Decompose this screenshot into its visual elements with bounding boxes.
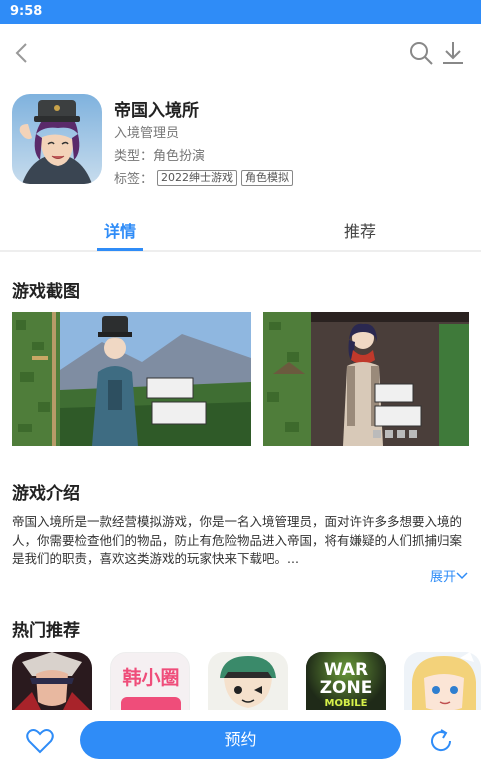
warzone-line1: WAR bbox=[323, 660, 369, 680]
expand-button[interactable]: 展开 bbox=[430, 566, 468, 585]
screenshot-1[interactable] bbox=[12, 312, 251, 446]
hot-title: 热门推荐 bbox=[12, 621, 80, 641]
intro-title: 游戏介绍 bbox=[12, 484, 80, 504]
search-icon[interactable] bbox=[408, 40, 434, 66]
han-xiaoquan-label: 韩小圈 bbox=[122, 667, 180, 689]
chevron-down-icon bbox=[456, 571, 468, 579]
top-nav bbox=[0, 24, 481, 80]
tag-item[interactable]: 2022绅士游戏 bbox=[157, 169, 238, 186]
tab-indicator bbox=[97, 248, 143, 251]
tab-recommend[interactable]: 推荐 bbox=[344, 218, 376, 242]
han-xiaoquan-app-icon[interactable]: 韩小圈 bbox=[110, 652, 190, 712]
warzone-line3: MOBILE bbox=[324, 698, 368, 709]
warzone-line2: ZONE bbox=[319, 678, 373, 698]
anime-warrior-app-icon[interactable] bbox=[12, 652, 92, 712]
tab-detail[interactable]: 详情 bbox=[104, 218, 136, 242]
bottom-bar: 预约 bbox=[0, 710, 481, 769]
type-value: 角色扮演 bbox=[153, 149, 206, 164]
type-label: 类型： bbox=[114, 149, 154, 164]
status-time: 9:58 bbox=[10, 4, 43, 19]
app-icon bbox=[12, 94, 102, 184]
app-tags: 标签： 2022绅士游戏 角色模拟 bbox=[114, 168, 294, 187]
refresh-icon[interactable] bbox=[427, 727, 455, 755]
app-header: 帝国入境所 入境管理员 类型：角色扮演 标签： 2022绅士游戏 角色模拟 bbox=[12, 94, 472, 190]
tag-item[interactable]: 角色模拟 bbox=[241, 169, 294, 186]
app-type: 类型：角色扮演 bbox=[114, 145, 205, 164]
app-subtitle: 入境管理员 bbox=[114, 126, 180, 141]
chevron-left-icon[interactable] bbox=[10, 40, 34, 66]
heart-icon[interactable] bbox=[26, 728, 54, 754]
download-icon[interactable] bbox=[440, 40, 466, 66]
anime-blonde-girl-app-icon[interactable] bbox=[404, 652, 481, 712]
warzone-app-icon[interactable]: WAR ZONE MOBILE bbox=[306, 652, 386, 712]
status-bar: 9:58 bbox=[0, 0, 481, 24]
reserve-button[interactable]: 预约 bbox=[80, 721, 401, 759]
screenshots-title: 游戏截图 bbox=[12, 282, 80, 302]
app-title: 帝国入境所 bbox=[114, 101, 199, 121]
screenshot-2[interactable] bbox=[263, 312, 469, 446]
tab-bar: 详情 推荐 bbox=[0, 210, 481, 252]
anime-girl-app-icon[interactable] bbox=[208, 652, 288, 712]
expand-label: 展开 bbox=[430, 570, 457, 585]
intro-text: 帝国入境所是一款经营模拟游戏，你是一名入境管理员，面对许许多多想要入境的人，你需… bbox=[12, 514, 463, 566]
tags-label: 标签： bbox=[114, 172, 154, 187]
